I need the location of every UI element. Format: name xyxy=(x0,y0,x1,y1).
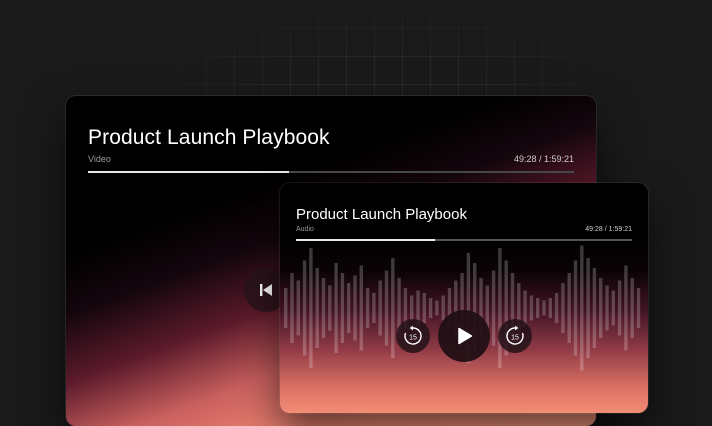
video-type-label: Video xyxy=(88,154,111,164)
waveform-bar xyxy=(611,290,615,326)
forward-seconds-label: 15 xyxy=(511,335,519,342)
audio-progress-bar[interactable] xyxy=(296,239,632,241)
audio-title: Product Launch Playbook xyxy=(296,206,467,223)
waveform-bar xyxy=(636,288,641,328)
waveform-bar xyxy=(365,288,370,328)
waveform-bar xyxy=(378,280,382,336)
waveform-bar xyxy=(435,300,439,316)
skip-previous-icon xyxy=(258,282,274,298)
rewind-15-button[interactable]: 15 xyxy=(396,319,430,353)
waveform-bar xyxy=(410,295,414,321)
video-title: Product Launch Playbook xyxy=(88,126,330,149)
waveform-bar xyxy=(624,265,628,351)
waveform-bar xyxy=(548,298,552,318)
waveform-bar xyxy=(529,295,534,321)
waveform-bar xyxy=(428,298,433,318)
waveform-bar xyxy=(592,268,597,348)
forward-15-icon: 15 xyxy=(504,325,526,347)
waveform-bar xyxy=(554,293,559,323)
waveform-bar xyxy=(617,280,622,336)
waveform-bar xyxy=(498,248,502,368)
video-progress-fill xyxy=(88,171,290,173)
waveform-bar xyxy=(605,285,609,331)
waveform-bar xyxy=(302,260,307,356)
waveform-bar xyxy=(523,290,527,326)
waveform-bar xyxy=(580,245,584,371)
play-icon xyxy=(454,326,474,346)
play-button[interactable] xyxy=(438,310,490,362)
video-progress-bar[interactable] xyxy=(88,171,574,173)
waveform-bar xyxy=(422,293,426,323)
waveform-bar xyxy=(573,260,578,356)
waveform-bar xyxy=(441,295,445,321)
waveform-bar xyxy=(290,273,294,343)
waveform-bar xyxy=(542,300,546,316)
waveform-bar xyxy=(334,263,338,353)
waveform-bar xyxy=(561,283,565,333)
waveform-bar xyxy=(372,293,376,323)
waveform-bar xyxy=(340,273,345,343)
waveform-bar xyxy=(391,258,395,358)
waveform-bar xyxy=(309,248,313,368)
waveform-bar xyxy=(586,258,590,358)
waveform-bar xyxy=(630,278,634,338)
waveform-bar xyxy=(599,278,603,338)
rewind-seconds-label: 15 xyxy=(409,335,417,342)
waveform-bar xyxy=(491,270,496,346)
waveform-bar xyxy=(536,298,540,318)
forward-15-button[interactable]: 15 xyxy=(498,319,532,353)
waveform-bar xyxy=(315,268,319,348)
video-time-display: 49:28 / 1:59:21 xyxy=(513,154,574,164)
audio-type-label: Audio xyxy=(296,226,314,233)
waveform-bar xyxy=(567,273,571,343)
rewind-15-icon: 15 xyxy=(402,325,424,347)
waveform-bar xyxy=(384,270,389,346)
waveform-bar xyxy=(347,283,351,333)
waveform-bar xyxy=(321,278,326,338)
waveform-bar xyxy=(359,265,363,351)
audio-time-display: 49:28 / 1:59:21 xyxy=(585,226,632,233)
waveform-bar xyxy=(328,285,332,331)
waveform-bar xyxy=(353,275,357,341)
waveform-bar xyxy=(296,280,300,336)
waveform-bar xyxy=(284,288,288,328)
audio-player-card: Product Launch Playbook Audio 49:28 / 1:… xyxy=(280,183,648,413)
audio-progress-fill xyxy=(296,239,436,241)
